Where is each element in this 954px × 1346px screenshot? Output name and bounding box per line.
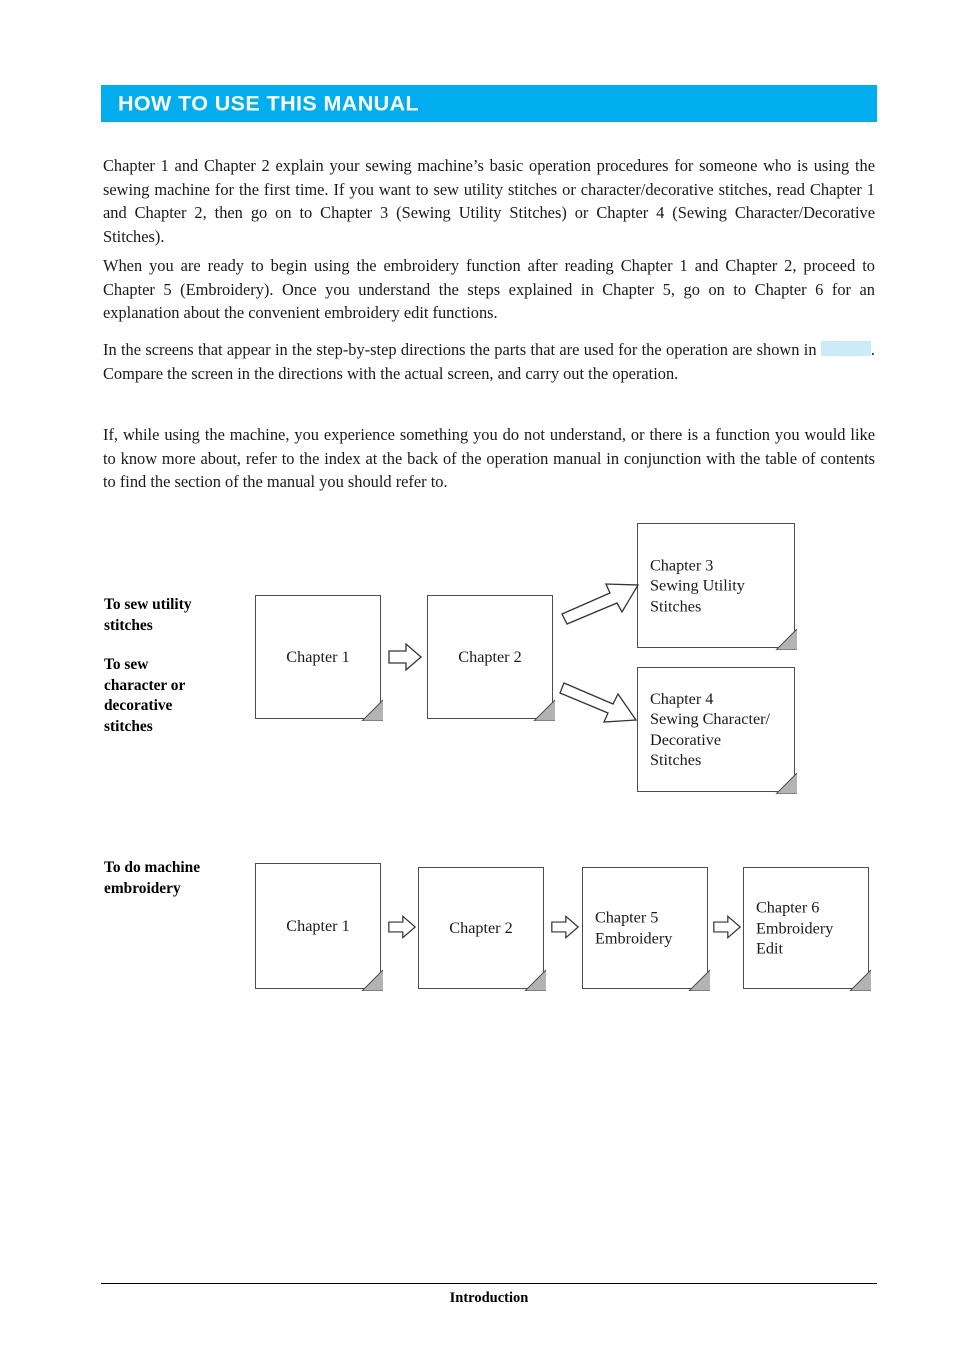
doc-box-label: Chapter 1 [286, 647, 350, 666]
paragraph-4: If, while using the machine, you experie… [103, 425, 875, 492]
page-fold-corner-icon [771, 768, 797, 794]
doc-box-chapter-4: Chapter 4 Sewing Character/ Decorative S… [637, 667, 797, 794]
page-fold-corner-icon [529, 695, 555, 721]
doc-box-chapter-6: Chapter 6 Embroidery Edit [743, 867, 871, 991]
doc-box-label: Chapter 2 [449, 918, 513, 937]
doc-box-label: Chapter 2 [458, 647, 522, 666]
arrow-diagonal-up-ch2-ch3 [561, 583, 640, 625]
footer-divider [101, 1283, 877, 1284]
arrow-right-row2-ch1-ch2 [388, 914, 417, 940]
doc-box-row1-chapter-2: Chapter 2 [427, 595, 555, 721]
arrow-right-row2-ch5-ch6 [713, 914, 742, 940]
arrow-right-row2-ch2-ch5 [551, 914, 580, 940]
doc-box-label: Chapter 4 Sewing Character/ Decorative S… [650, 689, 771, 770]
doc-box-label: Chapter 5 Embroidery [595, 908, 673, 948]
blue-highlight-swatch [820, 341, 871, 357]
arrow-right-row1-ch1-ch2 [388, 642, 422, 672]
doc-box-label: Chapter 3 Sewing Utility Stitches [650, 555, 745, 615]
doc-box-chapter-5: Chapter 5 Embroidery [582, 867, 710, 991]
page-fold-corner-icon [357, 965, 383, 991]
page-fold-corner-icon [520, 965, 546, 991]
paragraph-1: Chapter 1 and Chapter 2 explain your sew… [103, 156, 875, 246]
arrow-diagonal-down-ch2-ch4 [559, 682, 638, 723]
page-fold-corner-icon [684, 965, 710, 991]
page-fold-corner-icon [845, 965, 871, 991]
document-page: HOW TO USE THIS MANUAL Chapter 1 and Cha… [0, 0, 954, 1346]
footer-label: Introduction [449, 1290, 529, 1306]
doc-box-row2-chapter-1: Chapter 1 [255, 863, 383, 991]
doc-box-label: Chapter 6 Embroidery Edit [756, 898, 834, 958]
doc-box-row2-chapter-2: Chapter 2 [418, 867, 546, 991]
paragraph-3: In the screens that appear in the step-b… [103, 338, 875, 385]
paragraph-2: When you are ready to begin using the em… [103, 256, 875, 323]
flow-label-utility-stitches: To sew utility stitches [104, 596, 192, 634]
doc-box-row1-chapter-1: Chapter 1 [255, 595, 383, 721]
flow-label-machine-embroidery: To do machine embroidery [104, 859, 201, 897]
section-header-banner: HOW TO USE THIS MANUAL [101, 85, 877, 122]
doc-box-label: Chapter 1 [286, 916, 350, 935]
page-title: HOW TO USE THIS MANUAL [118, 91, 420, 115]
flow-label-character-stitches: To sew character or decorative stitches [104, 656, 186, 735]
page-fold-corner-icon [357, 695, 383, 721]
paragraph-3-text-before: In the screens that appear in the step-b… [103, 340, 821, 360]
page-fold-corner-icon [771, 624, 797, 650]
doc-box-chapter-3: Chapter 3 Sewing Utility Stitches [637, 523, 797, 650]
